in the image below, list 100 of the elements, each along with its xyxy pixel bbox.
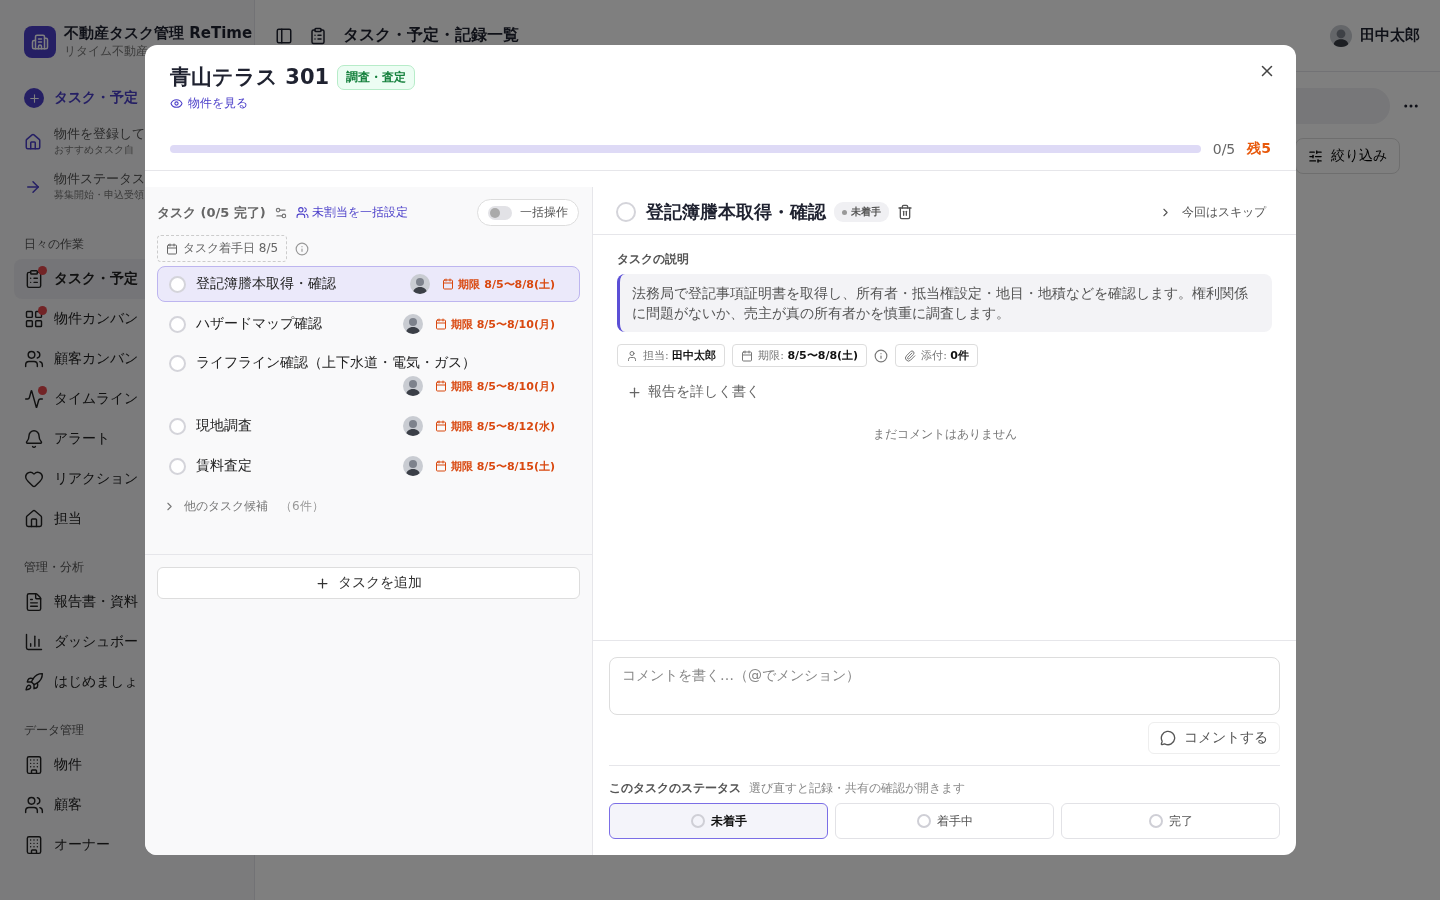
users-icon bbox=[24, 795, 44, 815]
filter-button[interactable]: 絞り込み bbox=[1295, 138, 1400, 174]
avatar bbox=[402, 314, 423, 334]
skip-link[interactable]: 今回はスキップ bbox=[1159, 203, 1266, 221]
user-menu[interactable]: 田中太郎 bbox=[1330, 24, 1420, 47]
due-date: 期限 8/5〜8/15(土) bbox=[434, 458, 555, 474]
user-icon bbox=[626, 349, 638, 362]
status-label: このタスクのステータス bbox=[609, 780, 741, 797]
speech-bubble-icon bbox=[1160, 730, 1176, 746]
calendar-icon bbox=[434, 318, 447, 330]
calendar-icon bbox=[434, 420, 447, 432]
avatar bbox=[1330, 24, 1352, 47]
sidebar-item[interactable]: 顧客 bbox=[14, 785, 254, 825]
task-list-heading: タスク (0/5 完了) bbox=[157, 203, 266, 222]
house-icon bbox=[24, 132, 42, 151]
task-item[interactable]: ハザードマップ確認 期限 8/5〜8/10(月) bbox=[157, 306, 580, 342]
comment-field[interactable]: コメントを書く…（@でメンション） bbox=[609, 657, 1280, 715]
task-item[interactable]: 賃料査定 期限 8/5〜8/15(土) bbox=[157, 448, 580, 484]
task-title: ライフライン確認（上下水道・電気・ガス） bbox=[196, 354, 476, 372]
empty-comments-message: まだコメントはありません bbox=[871, 425, 1018, 443]
app-subtitle: リタイム不動産 bbox=[64, 43, 149, 60]
avatar bbox=[402, 416, 423, 436]
comment-button[interactable]: コメントする bbox=[1148, 722, 1280, 754]
plus-icon bbox=[24, 88, 44, 108]
grid-icon bbox=[24, 309, 44, 329]
sliders-icon bbox=[1308, 148, 1323, 164]
view-property-link[interactable]: 物件を見る bbox=[170, 95, 248, 112]
task-checkbox[interactable] bbox=[169, 275, 186, 293]
paperclip-icon bbox=[904, 349, 917, 362]
task-checkbox[interactable] bbox=[169, 354, 186, 372]
meta-text: 添付: 0件 bbox=[921, 348, 969, 363]
section-heading: 管理・分析 bbox=[24, 559, 84, 576]
write-report-link[interactable]: 報告を詳しく書く bbox=[627, 383, 760, 401]
section-heading: 日々の作業 bbox=[24, 236, 84, 253]
building-icon bbox=[24, 835, 44, 855]
sidebar-item[interactable]: オーナー bbox=[14, 825, 254, 865]
calendar-icon bbox=[741, 349, 754, 362]
task-item[interactable]: 登記簿謄本取得・確認 期限 8/5〜8/8(土) bbox=[157, 266, 580, 302]
bulk-toggle[interactable]: 一括操作 bbox=[477, 199, 579, 226]
sidebar-item[interactable]: ダッシュボー bbox=[14, 622, 254, 662]
more-count: （6件） bbox=[280, 498, 324, 515]
eye-icon bbox=[170, 97, 183, 110]
status-option[interactable]: 未着手 bbox=[609, 803, 828, 839]
info-icon[interactable] bbox=[874, 348, 889, 363]
status-option[interactable]: 着手中 bbox=[835, 803, 1054, 839]
delete-button[interactable] bbox=[897, 204, 913, 220]
users-icon bbox=[295, 206, 309, 219]
start-date-chip[interactable]: タスク着手日 8/5 bbox=[157, 235, 288, 262]
due-date: 期限 8/5〜8/10(月) bbox=[434, 378, 555, 394]
sidebar-item[interactable]: 物件 bbox=[14, 745, 254, 785]
due-date: 期限 8/5〜8/10(月) bbox=[434, 316, 555, 332]
progress-count: 0/5 bbox=[1212, 141, 1236, 157]
heart-icon bbox=[24, 469, 44, 489]
guide-title[interactable]: 物件を登録して bbox=[54, 126, 145, 143]
app-logo bbox=[24, 26, 56, 58]
due-date: 期限 8/5〜8/12(水) bbox=[434, 418, 555, 434]
stage-tag: 調査・査定 bbox=[337, 64, 416, 90]
clipboard-icon bbox=[24, 269, 44, 289]
due-date: 期限 8/5〜8/8(土) bbox=[442, 276, 555, 292]
task-title: ハザードマップ確認 bbox=[196, 315, 322, 333]
task-description: 法務局で登記事項証明書を取得し、所有者・抵当権設定・地目・地積などを確認します。権利関係に問題がないか、売主が真の所有者かを慎重に調査します。 bbox=[617, 274, 1272, 332]
task-checkbox[interactable] bbox=[169, 457, 186, 475]
avatar bbox=[402, 376, 423, 396]
bell-icon bbox=[24, 429, 44, 449]
meta-text: 期限: 8/5〜8/8(土) bbox=[758, 348, 859, 363]
rocket-icon bbox=[24, 672, 44, 692]
avatar bbox=[410, 274, 431, 294]
task-title: 現地調査 bbox=[196, 417, 252, 435]
settings-icon[interactable] bbox=[273, 205, 288, 220]
add-task-button[interactable]: タスクを追加 bbox=[157, 567, 580, 599]
pulse-icon bbox=[24, 389, 44, 409]
plus-icon bbox=[315, 575, 330, 591]
plus-icon bbox=[627, 384, 642, 400]
section-heading: データ管理 bbox=[24, 722, 84, 739]
calendar-icon bbox=[166, 242, 178, 255]
info-icon[interactable] bbox=[295, 241, 310, 256]
bulk-assign-link[interactable]: 未割当を一括設定 bbox=[295, 204, 408, 221]
users-icon bbox=[24, 349, 44, 369]
guide-title[interactable]: 物件ステータス bbox=[54, 171, 145, 188]
task-checkbox[interactable] bbox=[169, 315, 186, 333]
building-icon bbox=[24, 755, 44, 775]
task-detail-title: 登記簿謄本取得・確認 bbox=[646, 200, 826, 224]
task-checkbox[interactable] bbox=[616, 202, 636, 222]
document-icon bbox=[24, 592, 44, 612]
clipboard-icon bbox=[309, 26, 327, 45]
status-hint: 選び直すと記録・共有の確認が開きます bbox=[749, 780, 965, 797]
more-tasks-toggle[interactable]: 他のタスク候補 （6件） bbox=[145, 488, 592, 531]
calendar-icon bbox=[434, 460, 447, 472]
app-title: 不動産タスク管理 ReTime bbox=[64, 24, 253, 43]
task-checkbox[interactable] bbox=[169, 417, 186, 435]
bar-chart-icon bbox=[24, 632, 44, 652]
status-badge: 未着手 bbox=[834, 202, 889, 222]
calendar-icon bbox=[442, 278, 455, 290]
description-label: タスクの説明 bbox=[617, 251, 690, 268]
status-option[interactable]: 完了 bbox=[1061, 803, 1280, 839]
avatar bbox=[402, 456, 423, 476]
sidebar-item[interactable]: はじめましょ bbox=[14, 662, 254, 702]
sidebar-toggle-icon[interactable] bbox=[275, 26, 293, 45]
task-title: 賃料査定 bbox=[196, 457, 252, 475]
page-title: タスク・予定・記録一覧 bbox=[343, 25, 519, 46]
